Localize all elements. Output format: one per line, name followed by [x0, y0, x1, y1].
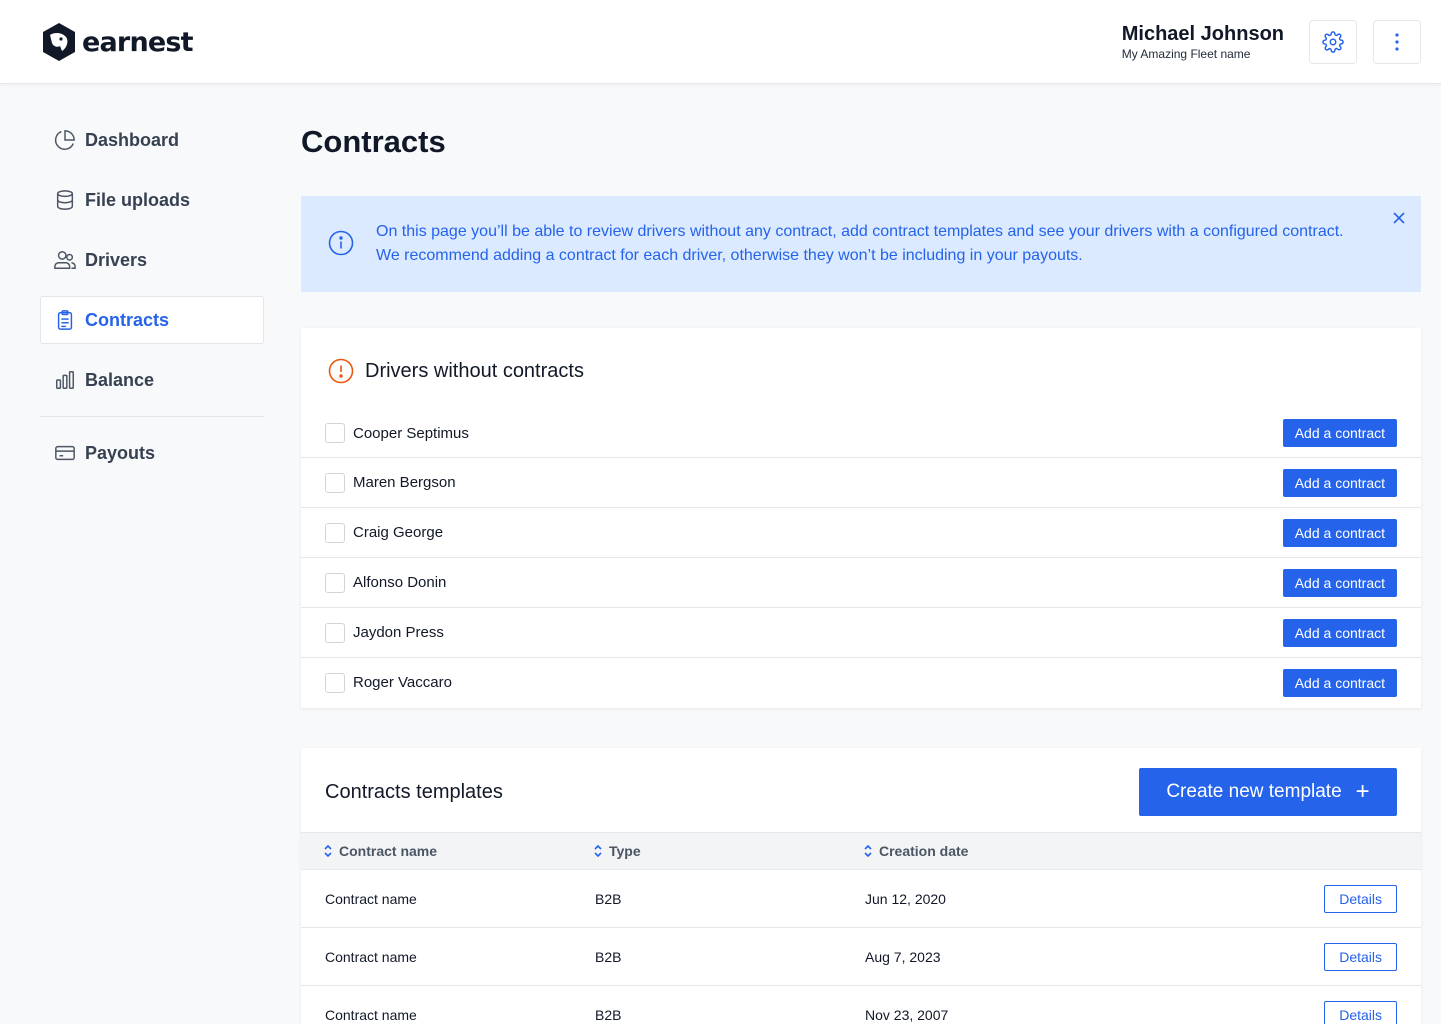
- close-icon: [1393, 212, 1405, 224]
- contract-templates-card: Contracts templates Create new template …: [301, 748, 1421, 1024]
- info-icon: [328, 230, 354, 261]
- pie-chart-icon: [54, 129, 76, 151]
- column-header-contract-name[interactable]: Contract name: [323, 843, 437, 859]
- sidebar-item-payouts[interactable]: Payouts: [40, 429, 264, 477]
- fleet-name: My Amazing Fleet name: [1121, 47, 1251, 61]
- info-alert: On this page you’ll be able to review dr…: [301, 196, 1421, 292]
- driver-name: Maren Bergson: [353, 474, 456, 491]
- driver-name: Cooper Septimus: [353, 424, 469, 442]
- vertical-dots-icon: [1395, 33, 1399, 51]
- creation-date-cell: Jun 12, 2020: [865, 891, 946, 907]
- driver-row: Roger Vaccaro Add a contract: [301, 657, 1421, 707]
- sidebar-item-dashboard[interactable]: Dashboard: [40, 116, 264, 164]
- page-title: Contracts: [301, 124, 446, 159]
- credit-card-icon: [54, 442, 76, 464]
- user-name: Michael Johnson: [1121, 23, 1284, 45]
- driver-checkbox[interactable]: [325, 572, 345, 593]
- driver-checkbox[interactable]: [325, 522, 345, 543]
- driver-checkbox[interactable]: [325, 472, 345, 493]
- column-header-type[interactable]: Type: [593, 843, 641, 859]
- settings-button[interactable]: [1309, 20, 1357, 64]
- add-contract-button[interactable]: Add a contract: [1282, 518, 1397, 547]
- type-cell: B2B: [595, 949, 622, 965]
- driver-checkbox[interactable]: [325, 672, 345, 693]
- driver-row: Craig George Add a contract: [301, 507, 1421, 557]
- sort-icon: [594, 844, 602, 858]
- plus-icon: +: [1355, 778, 1370, 805]
- sidebar-item-drivers[interactable]: Drivers: [40, 236, 264, 284]
- sidebar-item-label: Contracts: [85, 309, 170, 330]
- database-icon: [54, 189, 76, 211]
- create-template-label: Create new template: [1166, 781, 1342, 802]
- driver-row: Alfonso Donin Add a contract: [301, 557, 1421, 607]
- add-contract-button[interactable]: Add a contract: [1282, 668, 1397, 697]
- column-label: Creation date: [879, 843, 969, 859]
- brand-name: earnest: [82, 26, 194, 58]
- earnest-logo-icon: [43, 23, 75, 61]
- sort-icon: [324, 844, 332, 858]
- card-title: Drivers without contracts: [365, 359, 584, 382]
- add-contract-button[interactable]: Add a contract: [1282, 468, 1397, 497]
- contract-name-cell: Contract name: [325, 949, 417, 965]
- driver-name: Roger Vaccaro: [353, 674, 452, 691]
- driver-row: Maren Bergson Add a contract: [301, 457, 1421, 507]
- driver-checkbox[interactable]: [325, 622, 345, 643]
- card-header: Drivers without contracts: [328, 358, 584, 384]
- table-row: Contract name B2B Nov 23, 2007 Details: [301, 986, 1421, 1024]
- card-title: Contracts templates: [325, 781, 503, 803]
- top-bar: earnest Michael Johnson My Amazing Fleet…: [0, 0, 1441, 84]
- column-label: Type: [609, 843, 641, 859]
- sidebar-item-contracts[interactable]: Contracts: [40, 296, 264, 344]
- details-button[interactable]: Details: [1324, 1001, 1397, 1024]
- driver-name: Jaydon Press: [353, 624, 444, 641]
- sidebar-item-label: Drivers: [85, 249, 148, 270]
- details-button[interactable]: Details: [1324, 943, 1397, 971]
- creation-date-cell: Aug 7, 2023: [865, 949, 941, 965]
- add-contract-button[interactable]: Add a contract: [1282, 419, 1397, 447]
- create-template-button[interactable]: Create new template +: [1139, 768, 1397, 816]
- contract-name-cell: Contract name: [325, 1007, 417, 1023]
- add-contract-button[interactable]: Add a contract: [1282, 618, 1397, 647]
- table-header: Contract name Type Creation date: [301, 832, 1421, 870]
- table-row: Contract name B2B Jun 12, 2020 Details: [301, 870, 1421, 928]
- driver-row: Cooper Septimus Add a contract: [301, 408, 1421, 458]
- gear-icon: [1322, 31, 1344, 53]
- clipboard-icon: [54, 309, 76, 331]
- driver-name: Craig George: [353, 524, 444, 541]
- bar-chart-icon: [54, 369, 76, 391]
- drivers-without-contracts-card: Drivers without contracts Cooper Septimu…: [301, 328, 1421, 708]
- type-cell: B2B: [595, 891, 622, 907]
- sidebar-item-file-uploads[interactable]: File uploads: [40, 176, 264, 224]
- column-label: Contract name: [339, 843, 438, 859]
- column-header-creation-date[interactable]: Creation date: [863, 843, 968, 859]
- sidebar-nav: Dashboard File uploads Drivers Contracts…: [40, 116, 264, 489]
- sidebar-item-label: Dashboard: [85, 129, 180, 150]
- warning-icon: [328, 358, 354, 384]
- sort-icon: [864, 844, 872, 858]
- sidebar-divider: [40, 416, 264, 417]
- add-contract-button[interactable]: Add a contract: [1282, 568, 1397, 597]
- driver-name: Alfonso Donin: [353, 574, 447, 591]
- sidebar-item-label: Balance: [85, 369, 155, 390]
- driver-checkbox[interactable]: [325, 423, 345, 443]
- sidebar-item-balance[interactable]: Balance: [40, 356, 264, 404]
- details-button[interactable]: Details: [1324, 885, 1397, 913]
- users-icon: [54, 249, 76, 271]
- sidebar-item-label: Payouts: [85, 442, 156, 463]
- brand-logo[interactable]: earnest: [40, 21, 194, 63]
- user-info: Michael Johnson My Amazing Fleet name: [1122, 22, 1284, 62]
- sidebar-item-label: File uploads: [85, 189, 191, 210]
- type-cell: B2B: [595, 1007, 622, 1023]
- driver-row: Jaydon Press Add a contract: [301, 607, 1421, 657]
- creation-date-cell: Nov 23, 2007: [865, 1007, 949, 1023]
- alert-message: On this page you’ll be able to review dr…: [376, 223, 1344, 264]
- contract-name-cell: Contract name: [325, 891, 417, 907]
- more-options-button[interactable]: [1373, 20, 1421, 64]
- table-row: Contract name B2B Aug 7, 2023 Details: [301, 928, 1421, 986]
- close-alert-button[interactable]: [1391, 210, 1407, 226]
